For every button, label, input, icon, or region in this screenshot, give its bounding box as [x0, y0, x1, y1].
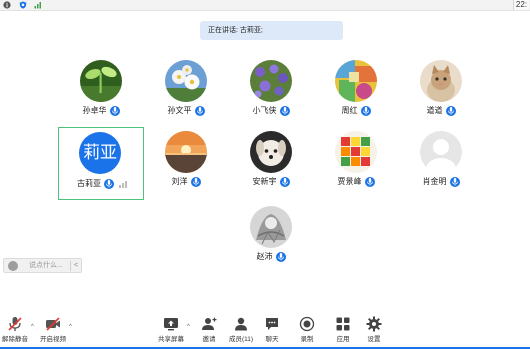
chevron-left-icon[interactable]: <: [74, 259, 78, 273]
mic-on-icon: [279, 177, 290, 187]
settings-button[interactable]: 设置: [363, 316, 385, 346]
signal-icon: [34, 2, 41, 9]
participant-avatar: [250, 60, 292, 102]
mic-on-icon: [364, 177, 375, 187]
participant-name: 刘洋: [171, 177, 188, 186]
speaking-banner: 正在讲话: 古莉亚;: [200, 21, 343, 40]
chat-icon: [264, 316, 280, 332]
chat-button[interactable]: 聊天: [261, 316, 283, 346]
record-label: 录制: [300, 336, 314, 343]
participant-name: 贾景峰: [337, 177, 362, 186]
mic-on-icon: [445, 106, 456, 116]
clock-time: 22:: [512, 0, 529, 10]
apps-label: 应用: [336, 336, 350, 343]
mic-on-icon: [190, 177, 201, 187]
invite-button[interactable]: 邀请: [197, 316, 221, 346]
record-button[interactable]: 录制: [296, 316, 318, 346]
participant-name: 赵沛: [256, 252, 273, 261]
unmute-button[interactable]: 解除静音: [0, 316, 30, 346]
participant-name: 周红: [341, 106, 358, 115]
rubiks-cube-photo: [335, 131, 377, 173]
shield-icon: [19, 1, 27, 9]
info-icon: [3, 1, 11, 9]
share-screen-button[interactable]: 共享屏幕: [157, 316, 185, 346]
purple-flowers-photo: [250, 60, 292, 102]
participant-name: 道道: [426, 106, 443, 115]
participant-avatar: [250, 206, 292, 248]
record-icon: [299, 316, 315, 332]
apps-button[interactable]: 应用: [332, 316, 354, 346]
chevron-up-icon[interactable]: ^: [69, 324, 72, 330]
mic-on-icon: [275, 252, 286, 262]
participant-name: 安新宇: [252, 177, 277, 186]
participant-avatar: [420, 131, 462, 173]
mic-on-icon: [279, 106, 290, 116]
chevron-up-icon[interactable]: ^: [31, 324, 34, 330]
apps-grid-icon: [335, 316, 351, 332]
participant-tile[interactable]: 周红: [313, 57, 399, 129]
members-icon: [233, 316, 249, 332]
gear-icon: [366, 316, 382, 332]
kitten-photo: [420, 60, 462, 102]
mic-on-icon: [449, 177, 460, 187]
mic-muted-icon: [7, 316, 23, 332]
participant-tile[interactable]: 道道: [398, 57, 484, 129]
camera-off-icon: [45, 316, 61, 332]
mic-on-icon: [194, 106, 205, 116]
default-person-icon: [420, 131, 462, 173]
start-video-label: 开启视频: [40, 336, 66, 343]
meeting-toolbar: 解除静音 ^ 开启视频 ^ 共享屏幕 ^ 邀请 成员(11) 聊天 录制 应用 …: [0, 314, 530, 349]
unmute-label: 解除静音: [2, 336, 28, 343]
participant-tile[interactable]: 安新宇: [228, 128, 314, 200]
participant-tile[interactable]: 孙卓华: [58, 57, 144, 129]
participant-tile[interactable]: 孙文平: [143, 57, 229, 129]
participant-tile[interactable]: 小飞侠: [228, 57, 314, 129]
mic-on-icon: [360, 106, 371, 116]
participant-avatar: [80, 60, 122, 102]
start-video-button[interactable]: 开启视频: [39, 316, 67, 346]
add-person-icon: [201, 316, 217, 332]
participant-tile-speaking[interactable]: 莉亚 古莉亚: [58, 127, 144, 200]
participant-tile[interactable]: 肖金明: [398, 128, 484, 200]
divider: [70, 261, 71, 271]
members-button[interactable]: 成员(11): [227, 316, 255, 346]
green-plant-photo: [80, 60, 122, 102]
sunset-photo: [165, 131, 207, 173]
puppy-photo: [250, 131, 292, 173]
settings-label: 设置: [367, 336, 381, 343]
mic-on-icon: [109, 106, 120, 116]
system-status-bar: 22:: [0, 0, 530, 11]
participant-name: 孙卓华: [82, 106, 107, 115]
participant-avatar: 莉亚: [79, 132, 121, 174]
chat-placeholder: 说点什么...: [29, 262, 63, 269]
mic-on-icon: [104, 179, 114, 189]
members-label: 成员(11): [228, 336, 254, 343]
participant-tile[interactable]: 赵沛: [228, 203, 314, 275]
participant-name: 古莉亚: [77, 179, 101, 188]
chat-label: 聊天: [265, 336, 279, 343]
participant-avatar: [335, 131, 377, 173]
participant-tile[interactable]: 刘洋: [143, 128, 229, 200]
participant-avatar: [420, 60, 462, 102]
share-screen-icon: [163, 316, 179, 332]
volume-level-icon: [119, 180, 127, 188]
colorful-painting-photo: [335, 60, 377, 102]
white-flowers-photo: [165, 60, 207, 102]
participant-avatar: [165, 60, 207, 102]
invite-label: 邀请: [202, 336, 216, 343]
participant-tile[interactable]: 贾景峰: [313, 128, 399, 200]
participant-avatar: [335, 60, 377, 102]
sketch-photo: [250, 206, 292, 248]
chat-input[interactable]: 说点什么... <: [3, 258, 82, 273]
participant-avatar: [165, 131, 207, 173]
participant-name: 肖金明: [422, 177, 447, 186]
chevron-up-icon[interactable]: ^: [187, 324, 190, 330]
share-screen-label: 共享屏幕: [158, 336, 184, 343]
participant-avatar: [250, 131, 292, 173]
participant-name: 小飞侠: [252, 106, 277, 115]
participant-name: 孙文平: [167, 106, 192, 115]
emoji-icon[interactable]: [8, 261, 18, 271]
